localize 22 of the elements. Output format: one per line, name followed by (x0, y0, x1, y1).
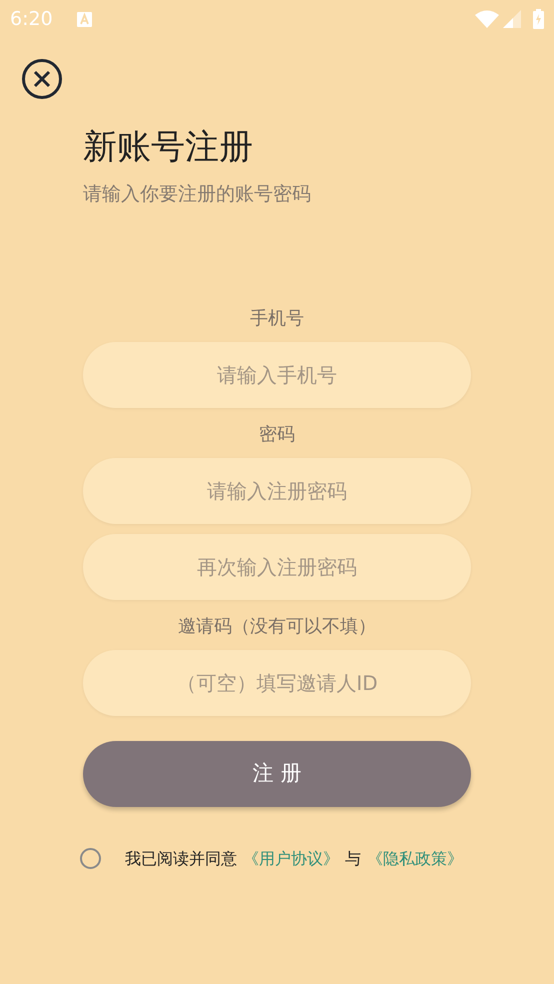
page-title: 新账号注册 (83, 126, 254, 169)
signal-icon (503, 10, 521, 28)
input-field[interactable]: 请输入注册密码 (83, 458, 471, 524)
field-label: 手机号 (250, 306, 304, 330)
status-time: 6:20 (10, 6, 53, 32)
field-label: 密码 (259, 422, 295, 446)
field-label: 邀请码（没有可以不填） (178, 614, 376, 638)
agree-radio[interactable] (80, 848, 101, 869)
agreement-link[interactable]: 《用户协议》 (243, 846, 339, 870)
wifi-icon (475, 10, 499, 28)
input-field[interactable]: 再次输入注册密码 (83, 534, 471, 600)
register-button[interactable]: 注 册 (83, 740, 471, 806)
page-subtitle: 请输入你要注册的账号密码 (83, 182, 312, 207)
input-field[interactable]: 请输入手机号 (83, 342, 471, 408)
close-button[interactable] (22, 59, 62, 99)
agreement-text: 我已阅读并同意 (125, 848, 237, 870)
agreement-link[interactable]: 《隐私政策》 (367, 846, 463, 870)
notification-icon (76, 12, 92, 26)
input-field[interactable]: （可空）填写邀请人ID (83, 650, 471, 716)
close-icon (33, 70, 51, 88)
agreement-text: 与 (345, 848, 361, 870)
battery-icon (533, 9, 544, 29)
